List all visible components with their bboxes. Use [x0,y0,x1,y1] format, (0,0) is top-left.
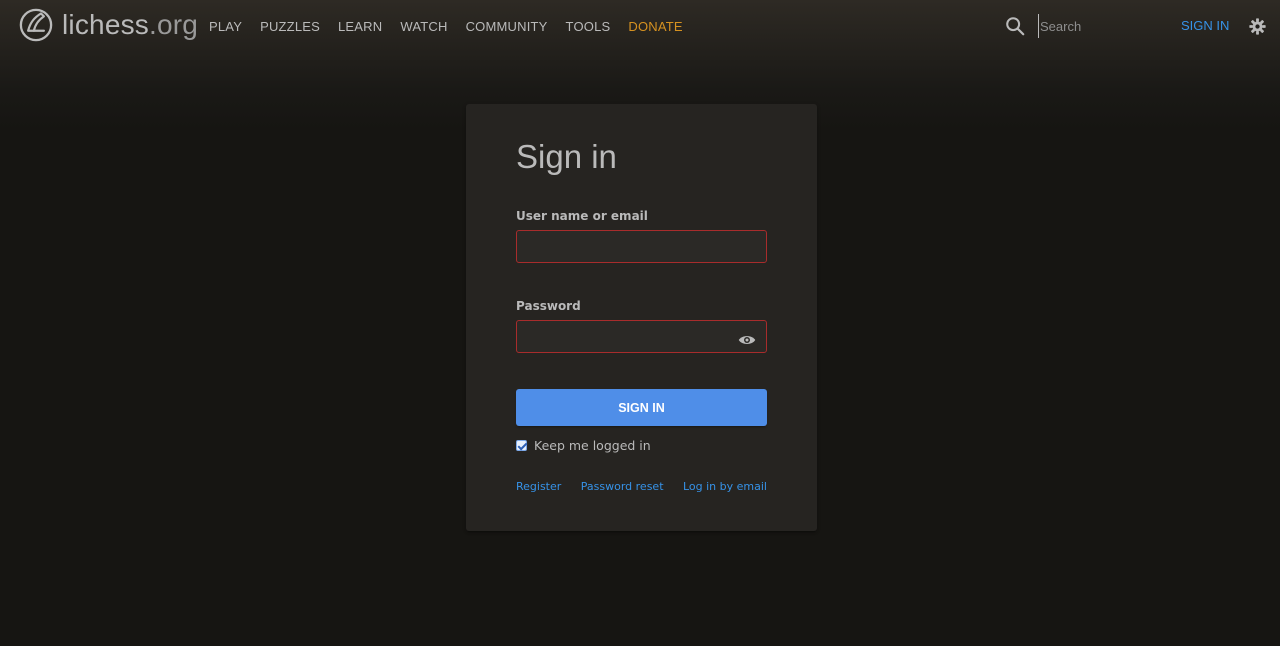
search-input[interactable] [1038,14,1168,38]
email-login-link[interactable]: Log in by email [683,480,767,493]
nav-donate[interactable]: DONATE [619,19,691,34]
lichess-knight-icon [19,8,53,42]
sign-in-card: Sign in User name or email Password SIGN… [466,104,817,531]
register-link[interactable]: Register [516,480,561,493]
remember-label[interactable]: Keep me logged in [534,438,651,453]
nav-community[interactable]: COMMUNITY [457,19,557,34]
password-reset-link[interactable]: Password reset [581,480,664,493]
page-title: Sign in [516,138,617,175]
gear-icon [1249,18,1266,35]
nav-play[interactable]: PLAY [200,19,251,34]
remember-me: Keep me logged in [516,438,651,453]
remember-checkbox[interactable] [516,440,527,451]
site-logo[interactable]: lichess.org [18,6,198,44]
username-label: User name or email [516,209,648,223]
nav-puzzles[interactable]: PUZZLES [251,19,329,34]
eye-icon [738,336,756,344]
settings-button[interactable] [1249,18,1266,35]
logo-text: lichess.org [62,9,199,40]
password-label: Password [516,299,581,313]
auth-links: Register Password reset Log in by email [516,480,767,493]
username-field[interactable] [516,230,767,263]
sign-in-button[interactable]: SIGN IN [516,389,767,426]
main-nav: PLAY PUZZLES LEARN WATCH COMMUNITY TOOLS… [200,0,692,52]
nav-watch[interactable]: WATCH [391,19,456,34]
password-field[interactable] [516,320,767,353]
search-icon [1006,17,1025,36]
top-bar: lichess.org PLAY PUZZLES LEARN WATCH COM… [0,0,1280,52]
nav-tools[interactable]: TOOLS [557,19,620,34]
search-button[interactable] [1004,15,1026,37]
show-password-toggle[interactable] [738,331,756,344]
nav-learn[interactable]: LEARN [329,19,391,34]
header-sign-in-link[interactable]: SIGN IN [1181,18,1229,33]
